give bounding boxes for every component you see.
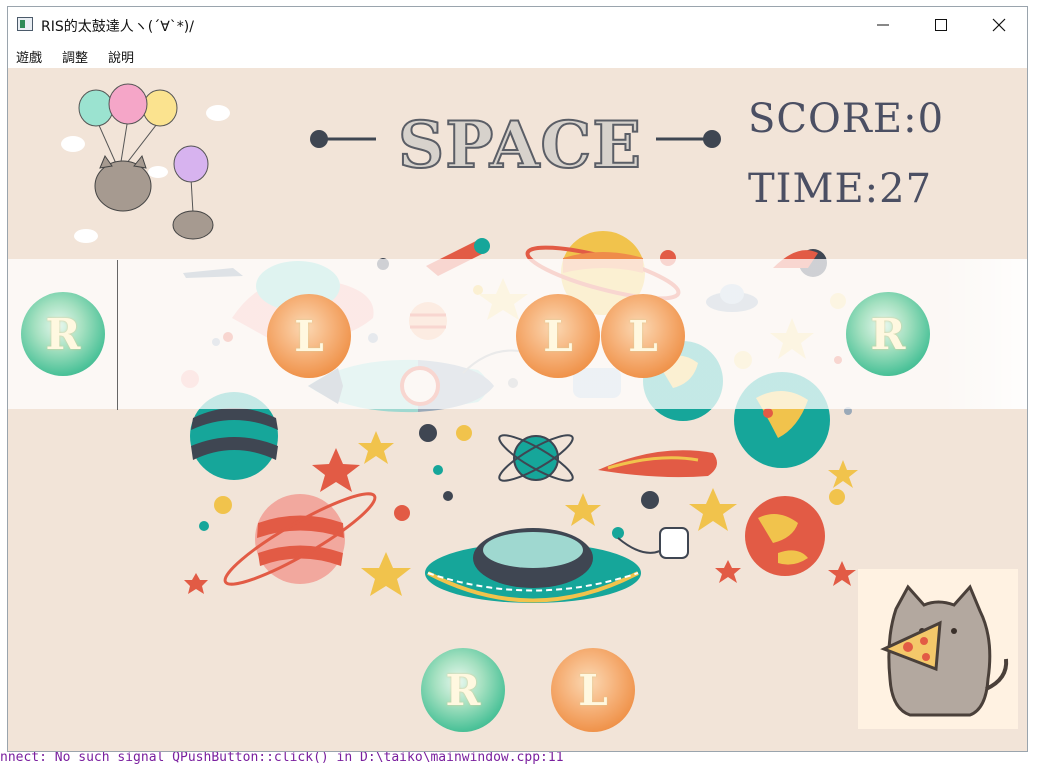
close-button[interactable]	[970, 7, 1028, 43]
pizza-cat-icon	[880, 584, 1009, 717]
drum-label: R	[445, 665, 481, 715]
judgement-line	[117, 260, 118, 410]
lane-note-l: L	[267, 294, 351, 378]
close-icon	[992, 18, 1006, 32]
app-icon	[17, 17, 33, 31]
note-label: L	[543, 311, 573, 361]
note-label: R	[870, 309, 906, 359]
minimize-icon	[877, 24, 889, 26]
note-label: L	[628, 311, 658, 361]
time-display: TIME:27	[748, 166, 933, 212]
balloon-cat-icon	[61, 83, 230, 243]
drum-label: L	[578, 665, 608, 715]
drum-l-button[interactable]: L	[551, 648, 635, 732]
stage-title: SPACE	[397, 107, 643, 184]
background-editor-text: nnect: No such signal QPushButton::click…	[0, 752, 1037, 764]
drum-r-button[interactable]: R	[421, 648, 505, 732]
lane-note-l: L	[516, 294, 600, 378]
note-label: R	[45, 309, 81, 359]
game-area: SPACE SCORE:0 TIME:27 R L L L R R L	[8, 68, 1027, 751]
note-label: L	[294, 311, 324, 361]
lane-note-r: R	[846, 292, 930, 376]
menu-settings[interactable]: 調整	[62, 47, 88, 66]
menu-game[interactable]: 遊戲	[16, 47, 42, 66]
maximize-icon	[935, 19, 947, 31]
lane-note-r: R	[21, 292, 105, 376]
score-display: SCORE:0	[748, 96, 945, 142]
lane-note-l: L	[601, 294, 685, 378]
pizza-cat-panel	[858, 569, 1018, 729]
window-title: RIS的太鼓達人ヽ(´∀`*)/	[41, 19, 194, 35]
maximize-button[interactable]	[912, 7, 970, 43]
minimize-button[interactable]	[854, 7, 912, 43]
menu-bar: 遊戲 調整 說明	[8, 43, 1027, 68]
menu-help[interactable]: 說明	[108, 47, 134, 66]
title-bar[interactable]: RIS的太鼓達人ヽ(´∀`*)/	[8, 7, 1027, 43]
game-window: RIS的太鼓達人ヽ(´∀`*)/ 遊戲 調整 說明 SPACE SCORE:0 …	[7, 6, 1028, 752]
